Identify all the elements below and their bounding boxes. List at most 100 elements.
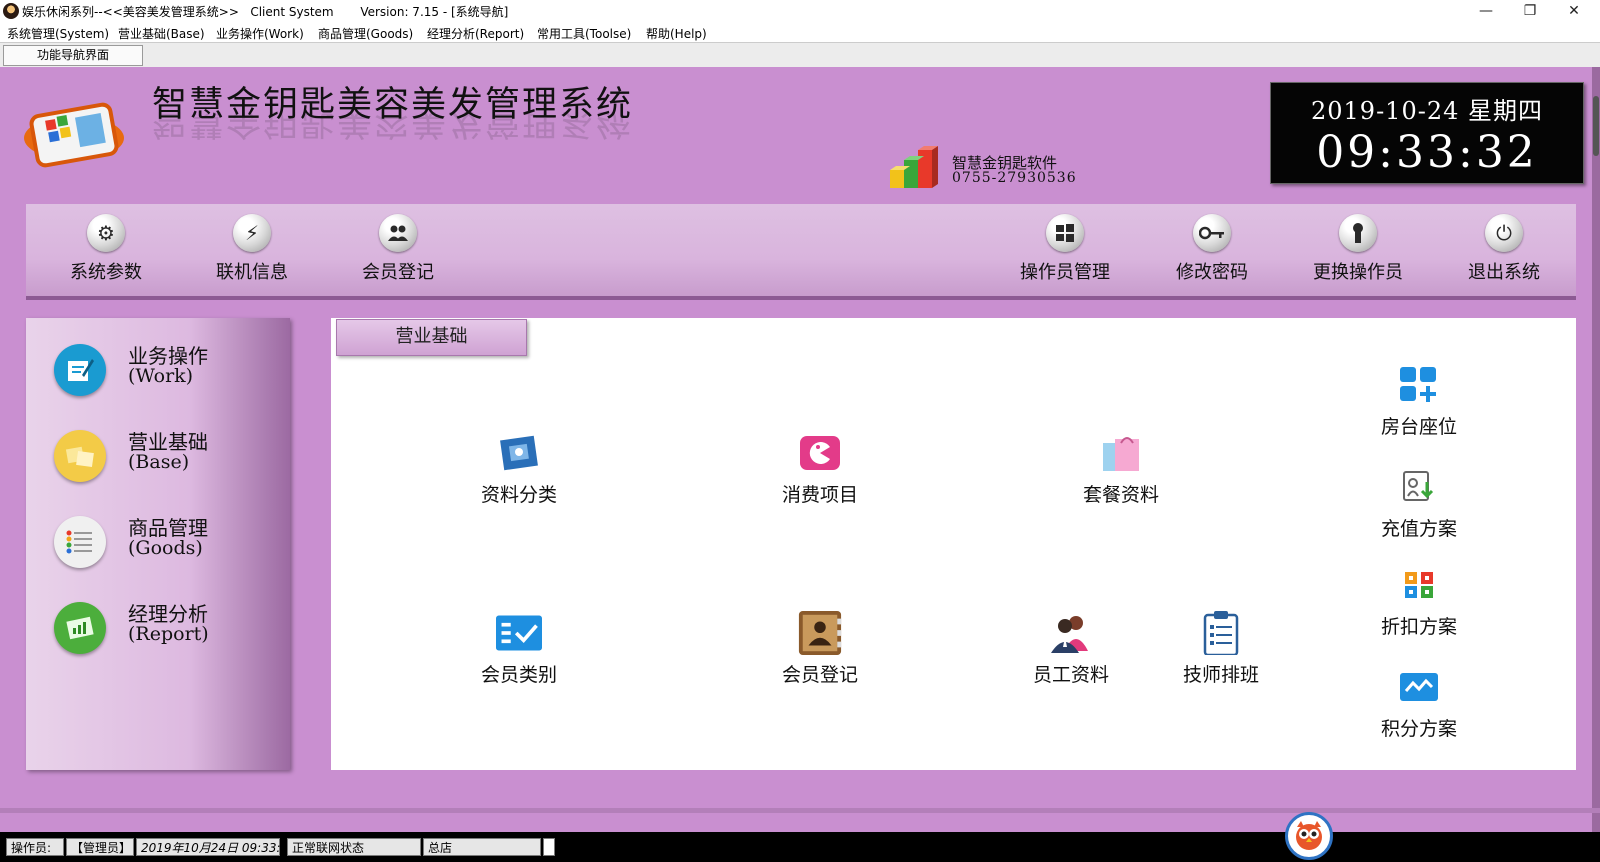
staff-people-icon bbox=[1048, 612, 1094, 654]
nav-base-subtitle: (Base) bbox=[128, 451, 190, 473]
member-register-item[interactable]: 会员登记 bbox=[750, 610, 890, 687]
goods-list-icon bbox=[54, 516, 106, 568]
nav-report-subtitle: (Report) bbox=[128, 623, 209, 645]
left-navigation: 业务操作 (Work) 营业基础 (Base) 商品管理 (Goods) 经理分… bbox=[26, 318, 290, 770]
discount-grid-icon bbox=[1396, 564, 1442, 606]
menu-base[interactable]: 营业基础(Base) bbox=[118, 25, 205, 42]
bar-blocks-brand-icon bbox=[888, 142, 946, 192]
panel-tab-base[interactable]: 营业基础 bbox=[336, 319, 527, 356]
close-button[interactable]: ✕ bbox=[1552, 0, 1596, 22]
status-network: 正常联网状态 bbox=[287, 838, 421, 856]
nav-base[interactable]: 营业基础 (Base) bbox=[26, 420, 290, 492]
tab-function-navigation[interactable]: 功能导航界面 bbox=[3, 45, 143, 66]
online-info-button[interactable]: ⚡ 联机信息 bbox=[192, 212, 312, 290]
discount-label: 折扣方案 bbox=[1380, 616, 1457, 638]
member-type-label: 会员类别 bbox=[480, 664, 557, 686]
nav-report[interactable]: 经理分析 (Report) bbox=[26, 592, 290, 664]
status-bar: 操作员: 【管理员】 2019年10月24日 09:33:32 正常联网状态 总… bbox=[0, 832, 1600, 862]
status-empty-cell bbox=[543, 838, 555, 856]
staff-label: 员工资料 bbox=[1032, 664, 1109, 686]
status-datetime: 2019年10月24日 09:33:32 bbox=[136, 838, 296, 856]
windows-icon bbox=[1046, 214, 1084, 252]
clock-time: 09:33:32 bbox=[1316, 127, 1538, 178]
operator-manage-button[interactable]: 操作员管理 bbox=[1005, 212, 1125, 290]
schedule-label: 技师排班 bbox=[1182, 664, 1259, 686]
status-operator-label: 操作员: bbox=[6, 838, 64, 856]
discount-item[interactable]: 折扣方案 bbox=[1349, 564, 1489, 639]
nav-work[interactable]: 业务操作 (Work) bbox=[26, 334, 290, 406]
status-store: 总店 bbox=[423, 838, 541, 856]
work-edit-icon bbox=[54, 344, 106, 396]
menu-bar: 系统管理(System) 营业基础(Base) 业务操作(Work) 商品管理(… bbox=[0, 22, 1600, 42]
brand-phone: 0755-27930536 bbox=[952, 170, 1077, 186]
menu-help[interactable]: 帮助(Help) bbox=[646, 25, 707, 42]
clock-date: 2019-10-24 星期四 bbox=[1310, 97, 1543, 125]
status-operator: 【管理员】 bbox=[66, 838, 134, 856]
keyhole-icon bbox=[1339, 214, 1377, 252]
member-type-item[interactable]: 会员类别 bbox=[449, 612, 589, 687]
clipboard-icon bbox=[1198, 611, 1244, 655]
checklist-icon bbox=[496, 612, 542, 654]
operator-manage-label: 操作员管理 bbox=[1020, 262, 1110, 283]
report-chart-icon bbox=[54, 602, 106, 654]
title-bar: 娱乐休闲系列--<<美容美发管理系统>> Client System Versi… bbox=[0, 0, 1600, 22]
package-label: 套餐资料 bbox=[1082, 484, 1159, 506]
base-notes-icon bbox=[54, 430, 106, 482]
schedule-item[interactable]: 技师排班 bbox=[1151, 611, 1291, 687]
category-label: 资料分类 bbox=[480, 484, 557, 506]
recharge-item[interactable]: 充值方案 bbox=[1349, 466, 1489, 541]
minimize-button[interactable]: — bbox=[1464, 0, 1508, 22]
points-trend-icon bbox=[1396, 666, 1442, 708]
system-params-button[interactable]: ⚙ 系统参数 bbox=[46, 212, 166, 290]
menu-work[interactable]: 业务操作(Work) bbox=[216, 25, 304, 42]
nav-goods-subtitle: (Goods) bbox=[128, 537, 203, 559]
menu-report[interactable]: 经理分析(Report) bbox=[427, 25, 524, 42]
clock-panel: 2019-10-24 星期四 09:33:32 bbox=[1270, 82, 1584, 184]
change-password-button[interactable]: 修改密码 bbox=[1152, 212, 1272, 290]
exit-system-label: 退出系统 bbox=[1468, 262, 1540, 283]
consume-label: 消费项目 bbox=[781, 484, 858, 506]
recharge-label: 充值方案 bbox=[1380, 518, 1457, 540]
scrollbar-thumb[interactable] bbox=[1593, 96, 1599, 156]
menu-goods[interactable]: 商品管理(Goods) bbox=[318, 25, 413, 42]
data-category-item[interactable]: 资料分类 bbox=[449, 432, 589, 507]
users-icon bbox=[379, 214, 417, 252]
nav-work-subtitle: (Work) bbox=[128, 365, 194, 387]
bottom-divider bbox=[0, 808, 1600, 813]
category-icon bbox=[496, 432, 542, 474]
package-item[interactable]: 套餐资料 bbox=[1051, 432, 1191, 507]
app-title-reflection: 智慧金钥匙美容美发管理系统 bbox=[152, 112, 634, 141]
member-register-toolbar-label: 会员登记 bbox=[362, 262, 434, 283]
member-register-toolbar-button[interactable]: 会员登记 bbox=[338, 212, 458, 290]
system-params-label: 系统参数 bbox=[70, 262, 142, 283]
lightning-icon: ⚡ bbox=[233, 214, 271, 252]
tab-strip: 功能导航界面 bbox=[0, 42, 1600, 68]
room-seat-label: 房台座位 bbox=[1380, 416, 1457, 438]
power-icon: ⏻ bbox=[1485, 214, 1523, 252]
staff-item[interactable]: 员工资料 bbox=[1001, 612, 1141, 687]
member-register-label: 会员登记 bbox=[781, 664, 858, 686]
recharge-card-icon bbox=[1396, 466, 1442, 508]
grid-plus-icon bbox=[1396, 364, 1442, 406]
points-item[interactable]: 积分方案 bbox=[1349, 666, 1489, 741]
consume-item[interactable]: 消费项目 bbox=[750, 432, 890, 507]
nav-goods[interactable]: 商品管理 (Goods) bbox=[26, 506, 290, 578]
menu-tools[interactable]: 常用工具(Toolse) bbox=[537, 25, 631, 42]
room-seat-item[interactable]: 房台座位 bbox=[1349, 364, 1489, 439]
points-label: 积分方案 bbox=[1380, 718, 1457, 740]
restore-button[interactable]: ❐ bbox=[1508, 0, 1552, 22]
main-toolbar: ⚙ 系统参数 ⚡ 联机信息 会员登记 操作员管理 修改密码 更换操作员 ⏻ 退出… bbox=[26, 204, 1576, 300]
software-box-logo-icon bbox=[18, 96, 130, 168]
change-password-label: 修改密码 bbox=[1176, 262, 1248, 283]
online-info-label: 联机信息 bbox=[216, 262, 288, 283]
menu-system[interactable]: 系统管理(System) bbox=[7, 25, 109, 42]
gear-icon: ⚙ bbox=[87, 214, 125, 252]
app-logo-icon bbox=[3, 3, 19, 19]
pacman-icon bbox=[797, 432, 843, 474]
right-scrollbar[interactable] bbox=[1592, 67, 1600, 832]
exit-system-button[interactable]: ⏻ 退出系统 bbox=[1444, 212, 1564, 290]
shopping-bag-icon bbox=[1098, 432, 1144, 474]
key-icon bbox=[1193, 214, 1231, 252]
address-book-icon bbox=[797, 610, 843, 656]
switch-operator-button[interactable]: 更换操作员 bbox=[1298, 212, 1418, 290]
